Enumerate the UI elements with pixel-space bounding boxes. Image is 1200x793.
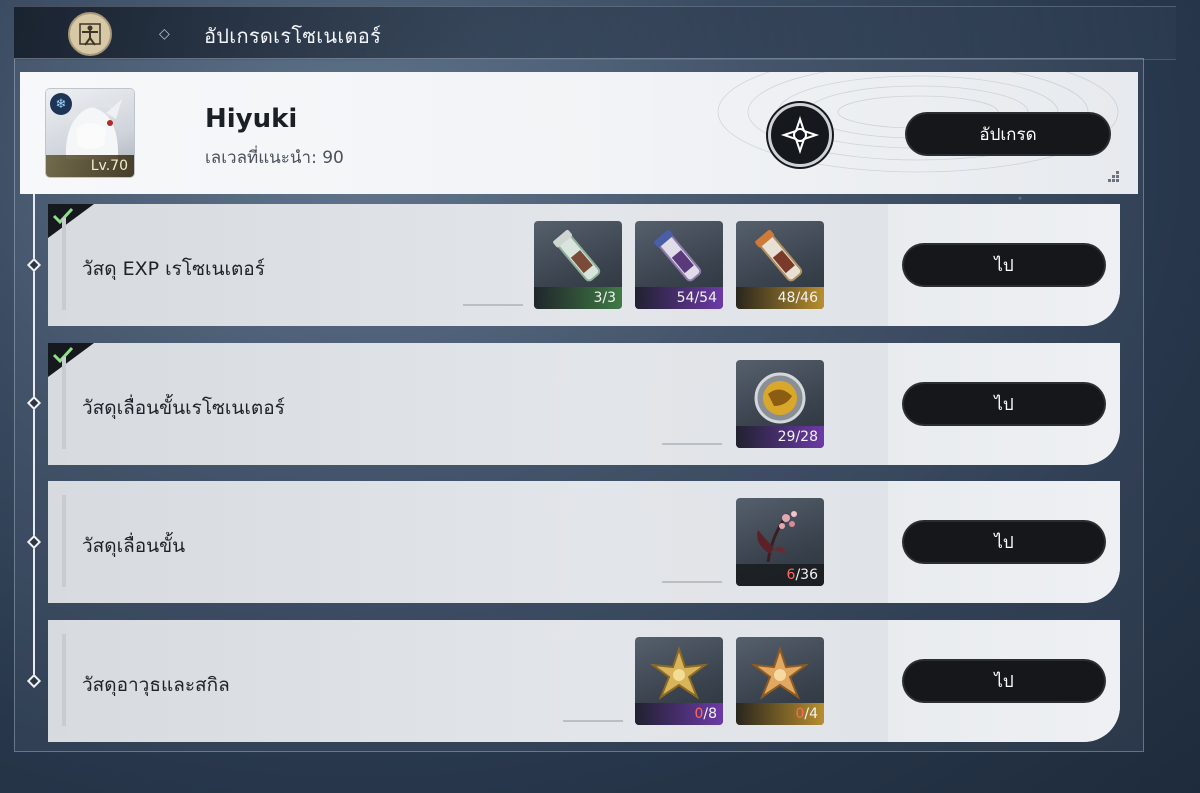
item-need-count: 46: [800, 290, 818, 306]
item-need-count: 28: [800, 429, 818, 445]
item-need-count: 8: [708, 706, 717, 722]
exp-tube-purple-icon: [654, 229, 702, 282]
recommended-level: เลเวลที่แนะนำ: 90: [205, 148, 344, 168]
material-row-weapon-skill: วัสดุอาวุธและสกิล 0/8 0/4 ไป: [48, 620, 1120, 742]
go-button[interactable]: ไป: [904, 522, 1104, 562]
corner-dots-icon: [1108, 171, 1120, 183]
material-row-exp: วัสดุ EXP เรโซเนเตอร์ 3/3 54/54 48/46 ไป: [48, 204, 1120, 326]
item-need-count: 36: [800, 567, 818, 583]
chevron-right-icon: ◇: [159, 26, 170, 42]
star-crystal-gold-icon: [750, 645, 810, 700]
character-level: Lv.70: [46, 155, 134, 177]
item-have-count: 0: [795, 706, 805, 722]
character-name: Hiyuki: [205, 104, 298, 134]
material-item[interactable]: 48/46: [736, 221, 824, 309]
item-need-count: 54: [699, 290, 717, 306]
vitruvian-emblem-icon: [62, 9, 118, 59]
material-item[interactable]: 6/36: [736, 498, 824, 586]
star-crystal-gold-icon: [649, 645, 709, 700]
item-have-count: 0: [694, 706, 704, 722]
material-item[interactable]: 0/8: [635, 637, 723, 725]
item-need-count: 4: [809, 706, 818, 722]
golden-core-icon: [754, 372, 806, 424]
snowflake-icon: ❄: [50, 93, 72, 115]
item-have-count: 3: [593, 290, 603, 306]
item-need-count: 3: [607, 290, 616, 306]
completed-check-icon: [48, 204, 94, 238]
row-label: วัสดุอาวุธและสกิล: [82, 674, 230, 696]
row-label: วัสดุ EXP เรโซเนเตอร์: [82, 258, 265, 280]
item-have-count: 6: [786, 567, 796, 583]
material-item[interactable]: 29/28: [736, 360, 824, 448]
go-button[interactable]: ไป: [904, 245, 1104, 285]
go-button[interactable]: ไป: [904, 661, 1104, 701]
resonance-emblem-icon: [768, 103, 832, 167]
upgrade-button[interactable]: อัปเกรด: [907, 114, 1109, 154]
completed-check-icon: [48, 343, 94, 377]
go-button[interactable]: ไป: [904, 384, 1104, 424]
flower-plant-icon: [757, 511, 797, 563]
exp-tube-green-icon: [553, 229, 601, 282]
item-have-count: 29: [777, 429, 796, 445]
material-item[interactable]: 0/4: [736, 637, 824, 725]
exp-tube-gold-icon: [755, 229, 803, 282]
material-item[interactable]: 54/54: [635, 221, 723, 309]
page-header: ◇ อัปเกรดเรโซเนเตอร์: [14, 6, 1176, 60]
material-item[interactable]: 3/3: [534, 221, 622, 309]
material-row-ascension: วัสดุเลื่อนขั้น 6/36 ไป: [48, 481, 1120, 603]
material-row-ascension-resonator: วัสดุเลื่อนขั้นเรโซเนเตอร์ 29/28 ไป: [48, 343, 1120, 465]
character-portrait[interactable]: ❄ Lv.70: [46, 89, 134, 177]
row-label: วัสดุเลื่อนขั้น: [82, 535, 186, 557]
page-title: อัปเกรดเรโซเนเตอร์: [204, 24, 382, 48]
item-have-count: 48: [777, 290, 796, 306]
row-label: วัสดุเลื่อนขั้นเรโซเนเตอร์: [82, 397, 285, 419]
item-have-count: 54: [676, 290, 695, 306]
